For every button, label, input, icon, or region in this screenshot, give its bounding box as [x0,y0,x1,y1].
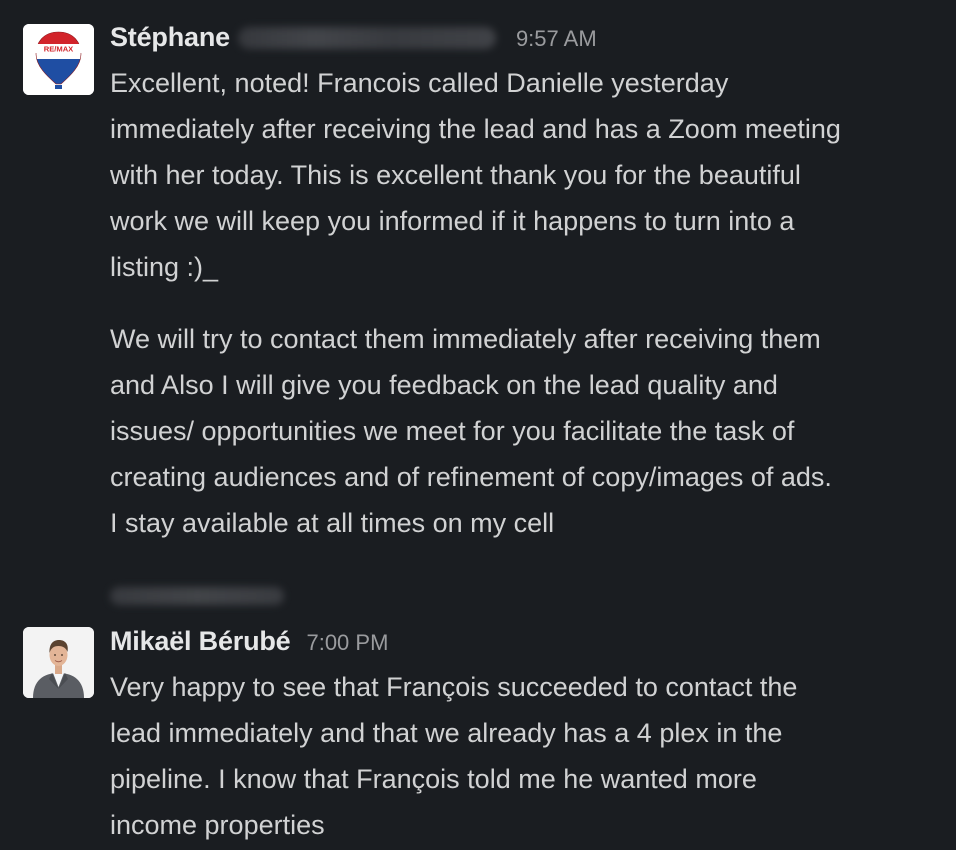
remax-wordmark: RE/MAX [44,44,74,53]
remax-balloon-logo-icon: RE/MAX [23,24,94,95]
message-paragraph: Excellent, noted! Francois called Daniel… [110,68,841,282]
message-header: Mikaël Bérubé 7:00 PM [110,626,388,660]
message-paragraph: Very happy to see that François succeede… [110,672,798,840]
sender-name[interactable]: Mikaël Bérubé [110,626,291,657]
avatar[interactable]: RE/MAX [23,24,94,95]
message-body: Very happy to see that François succeede… [110,664,930,848]
message-paragraph: We will try to contact them immediately … [110,324,832,538]
message-header: Stéphane 9:57 AM [110,22,597,56]
person-photo-avatar [23,627,94,698]
avatar[interactable] [23,627,94,698]
sender-name[interactable]: Stéphane [110,22,230,53]
message-timestamp[interactable]: 9:57 AM [516,26,597,52]
redacted-phone-number [110,587,284,605]
chat-thread: RE/MAX Stéphane 9:57 AM Excellent, noted… [0,0,956,850]
message-body: Excellent, noted! Francois called Daniel… [110,60,930,619]
message-timestamp[interactable]: 7:00 PM [306,630,388,656]
redacted-name [237,27,496,49]
